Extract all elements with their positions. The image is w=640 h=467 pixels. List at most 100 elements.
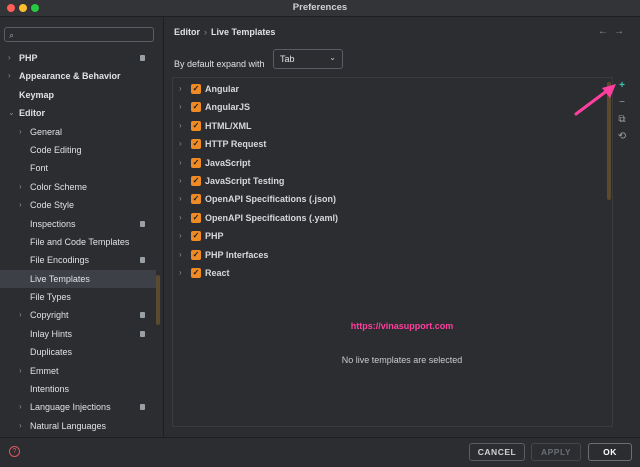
sidebar-item-file-types[interactable]: File Types (0, 288, 156, 306)
template-group-row[interactable]: › ✓ AngularJS (173, 98, 603, 116)
chevron-right-icon[interactable]: › (19, 196, 22, 214)
chevron-right-icon[interactable]: › (179, 98, 182, 116)
sidebar-item-label: Language Injections (30, 402, 111, 413)
forward-arrow-icon[interactable]: → (614, 26, 630, 37)
ok-button[interactable]: OK (588, 443, 632, 461)
project-scope-icon (140, 55, 145, 61)
sidebar-item-font[interactable]: Font (0, 159, 156, 177)
enabled-checkbox[interactable]: ✓ (191, 268, 201, 278)
chevron-right-icon[interactable]: › (179, 246, 182, 264)
project-scope-icon (140, 404, 145, 411)
sidebar-item-natural-languages[interactable]: › Natural Languages (0, 417, 156, 435)
restore-defaults-icon[interactable]: ⟲ (614, 130, 630, 144)
sidebar-item-keymap[interactable]: Keymap (0, 86, 156, 104)
chevron-right-icon[interactable]: › (19, 398, 22, 416)
chevron-right-icon[interactable]: › (19, 306, 22, 324)
sidebar-item-emmet[interactable]: › Emmet (0, 362, 156, 380)
sidebar-item-intentions[interactable]: Intentions (0, 380, 156, 398)
history-nav: ←→ (598, 26, 630, 37)
sidebar-item-label: Keymap (19, 89, 55, 100)
sidebar-item-label: Code Editing (30, 144, 82, 155)
annotation-arrow (574, 84, 616, 116)
back-arrow-icon[interactable]: ← (598, 26, 614, 37)
chevron-right-icon[interactable]: › (19, 123, 22, 141)
chevron-right-icon[interactable]: › (19, 178, 22, 196)
sidebar-item-file-and-code-templates[interactable]: File and Code Templates (0, 233, 156, 251)
expand-with-value: Tab (280, 54, 295, 64)
sidebar-item-general[interactable]: › General (0, 123, 156, 141)
enabled-checkbox[interactable]: ✓ (191, 249, 201, 260)
sidebar-item-appearance-behavior[interactable]: › Appearance & Behavior (0, 67, 156, 85)
sidebar-item-php[interactable]: › PHP (0, 49, 156, 67)
template-group-label: PHP Interfaces (205, 249, 269, 260)
expand-with-select[interactable]: Tab ⌄ (273, 49, 343, 69)
settings-sidebar: ⌕ › PHP › Appearance & Behavior Keymap ⌄ Edito… (0, 17, 164, 437)
sidebar-item-label: Editor (19, 108, 45, 119)
window-title: Preferences (292, 2, 348, 13)
sidebar-item-code-editing[interactable]: Code Editing (0, 141, 156, 159)
search-input[interactable]: ⌕ (4, 27, 154, 42)
enabled-checkbox[interactable]: ✓ (191, 212, 201, 223)
sidebar-item-label: File Encodings (30, 255, 90, 266)
chevron-right-icon[interactable]: › (179, 264, 182, 282)
chevron-down-icon: ⌄ (329, 53, 336, 62)
enabled-checkbox[interactable]: ✓ (191, 231, 201, 242)
template-group-row[interactable]: › ✓ OpenAPI Specifications (.yaml) (173, 209, 603, 227)
chevron-right-icon[interactable]: › (19, 417, 22, 435)
apply-button[interactable]: APPLY (531, 443, 581, 461)
sidebar-item-inlay-hints[interactable]: Inlay Hints (0, 325, 156, 343)
template-group-row[interactable]: › ✓ JavaScript Testing (173, 172, 603, 190)
chevron-right-icon[interactable]: › (179, 135, 182, 153)
enabled-checkbox[interactable]: ✓ (191, 176, 201, 186)
chevron-right-icon[interactable]: › (179, 172, 182, 190)
template-group-label: HTTP Request (205, 139, 267, 150)
chevron-right-icon[interactable]: › (179, 117, 182, 135)
dialog-footer: CANCEL APPLY OK (0, 437, 640, 467)
sidebar-item-file-encodings[interactable]: File Encodings (0, 251, 156, 269)
enabled-checkbox[interactable]: ✓ (191, 139, 201, 150)
chevron-right-icon[interactable]: › (179, 209, 182, 227)
sidebar-item-label: Color Scheme (30, 181, 88, 192)
template-groups-list: › ✓ Angular › ✓ AngularJS › ✓ HTML/XML › ✓ HTTP Req… (173, 78, 603, 282)
cancel-button[interactable]: CANCEL (469, 443, 525, 461)
enabled-checkbox[interactable]: ✓ (191, 120, 201, 131)
sidebar-item-language-injections[interactable]: › Language Injections (0, 398, 156, 416)
template-group-row[interactable]: › ✓ OpenAPI Specifications (.json) (173, 190, 603, 208)
template-group-label: OpenAPI Specifications (.json) (205, 194, 337, 205)
template-group-row[interactable]: › ✓ PHP (173, 227, 603, 245)
chevron-right-icon[interactable]: › (8, 67, 11, 85)
chevron-right-icon[interactable]: › (19, 362, 22, 380)
sidebar-item-live-templates[interactable]: Live Templates (0, 269, 156, 289)
chevron-right-icon[interactable]: › (179, 190, 182, 208)
sidebar-item-editor[interactable]: ⌄ Editor (0, 104, 156, 122)
chevron-down-icon[interactable]: ⌄ (8, 104, 15, 122)
enabled-checkbox[interactable]: ✓ (191, 194, 201, 205)
breadcrumb-editor[interactable]: Editor (174, 27, 200, 37)
chevron-right-icon[interactable]: › (179, 154, 182, 172)
template-group-row[interactable]: › ✓ HTTP Request (173, 135, 603, 153)
sidebar-item-copyright[interactable]: › Copyright (0, 306, 156, 324)
sidebar-item-label: Intentions (30, 384, 70, 395)
help-icon[interactable]: ? (9, 446, 20, 457)
sidebar-item-label: Duplicates (30, 347, 73, 358)
chevron-right-icon[interactable]: › (179, 80, 182, 98)
template-group-row[interactable]: › ✓ React (173, 264, 603, 282)
sidebar-item-duplicates[interactable]: Duplicates (0, 343, 156, 361)
sidebar-scrollbar[interactable] (156, 275, 160, 325)
enabled-checkbox[interactable]: ✓ (191, 84, 201, 94)
sidebar-item-code-style[interactable]: › Code Style (0, 196, 156, 214)
template-group-row[interactable]: › ✓ PHP Interfaces (173, 246, 603, 264)
chevron-right-icon[interactable]: › (179, 227, 182, 245)
sidebar-item-color-scheme[interactable]: › Color Scheme (0, 178, 156, 196)
sidebar-item-label: Emmet (30, 365, 59, 376)
template-group-label: HTML/XML (205, 120, 252, 131)
template-group-row[interactable]: › ✓ Angular (173, 80, 603, 98)
template-group-row[interactable]: › ✓ JavaScript (173, 154, 603, 172)
enabled-checkbox[interactable]: ✓ (191, 102, 201, 113)
sidebar-item-label: Code Style (30, 200, 75, 211)
enabled-checkbox[interactable]: ✓ (191, 157, 201, 168)
search-icon: ⌕ (9, 30, 15, 40)
chevron-right-icon[interactable]: › (8, 49, 11, 67)
template-group-row[interactable]: › ✓ HTML/XML (173, 117, 603, 135)
sidebar-item-inspections[interactable]: Inspections (0, 215, 156, 233)
